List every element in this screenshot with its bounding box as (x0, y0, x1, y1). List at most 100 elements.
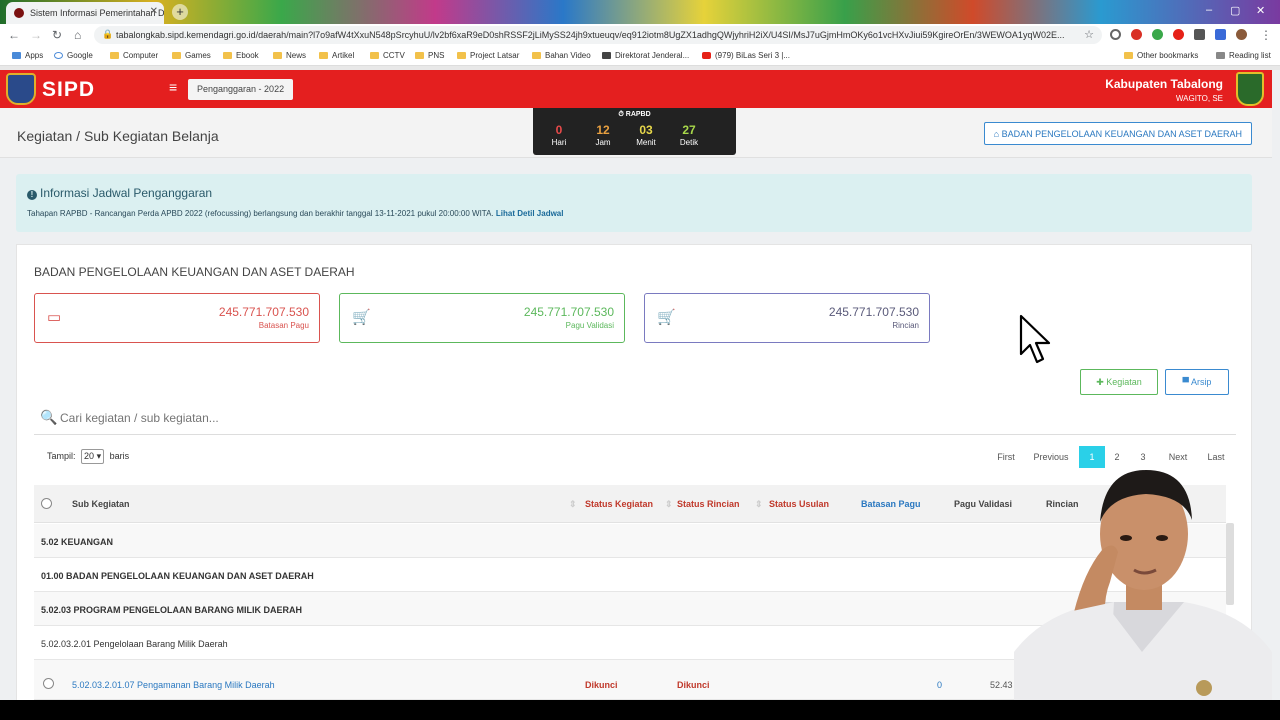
address-bar-row: ← → ↻ ⌂ 🔒 tabalongkab.sipd.kemendagri.go… (0, 24, 1280, 46)
new-tab-button[interactable]: + (172, 4, 188, 20)
extension-green-icon[interactable] (1152, 29, 1163, 40)
site-favicon (14, 8, 24, 18)
page-title: Kegiatan / Sub Kegiatan Belanja (17, 128, 219, 144)
col-pagu-validasi[interactable]: Pagu Validasi (954, 499, 1012, 509)
archive-button[interactable]: ▀ Arsip (1165, 369, 1229, 395)
home-icon[interactable]: ⌂ (74, 28, 81, 42)
timer-days: 0 Hari (551, 123, 567, 147)
bookmark-cctv[interactable]: CCTV (370, 51, 405, 60)
info-icon: ! (27, 190, 37, 200)
bookmark-other[interactable]: Other bookmarks (1124, 51, 1198, 60)
bookmark-bahan-video[interactable]: Bahan Video (532, 51, 591, 60)
bookmark-google[interactable]: Google (54, 51, 93, 60)
bookmark-star-icon[interactable]: ☆ (1084, 28, 1094, 41)
bookmark-news[interactable]: News (273, 51, 306, 60)
close-tab-icon[interactable]: ✕ (150, 6, 158, 17)
department-title: BADAN PENGELOLAAN KEUANGAN DAN ASET DAER… (34, 265, 355, 279)
tab-title: Sistem Informasi Pemerintahan D (30, 8, 164, 18)
lock-icon: 🔒 (102, 29, 114, 39)
timer-seconds: 27 Detik (679, 123, 699, 147)
sort-icon[interactable]: ⇕ (569, 499, 577, 510)
forward-icon[interactable]: → (30, 28, 42, 42)
bookmarks-bar: Apps Google Computer Games Ebook News Ar… (0, 46, 1280, 66)
select-all-radio[interactable] (41, 498, 52, 509)
col-batasan-pagu[interactable]: Batasan Pagu (861, 499, 921, 509)
department-button[interactable]: ⌂ BADAN PENGELOLAAN KEUANGAN DAN ASET DA… (983, 122, 1252, 145)
bookmark-youtube-video[interactable]: (979) BiLas Seri 3 |... (702, 51, 790, 60)
col-status-rincian[interactable]: Status Rincian (677, 499, 740, 509)
stat-pagu-validasi: 🛒 245.771.707.530 Pagu Validasi (339, 293, 625, 343)
col-status-usulan[interactable]: Status Usulan (769, 499, 829, 509)
bookmark-apps[interactable]: Apps (12, 51, 43, 60)
bookmark-computer[interactable]: Computer (110, 51, 158, 60)
extension-block-icon[interactable] (1110, 29, 1121, 40)
bookmark-ebook[interactable]: Ebook (223, 51, 259, 60)
cart-check-icon: 🛒 (352, 309, 371, 326)
period-badge[interactable]: Penganggaran - 2022 (188, 79, 294, 100)
back-icon[interactable]: ← (8, 28, 20, 42)
info-text: Tahapan RAPBD - Rancangan Perda APBD 202… (27, 209, 564, 218)
search-icon: 🔍 (40, 409, 58, 425)
region-info: Kabupaten Tabalong WAGITO, SE (1105, 77, 1223, 103)
minimize-icon[interactable]: – (1206, 4, 1212, 16)
bookmark-reading-list[interactable]: Reading list (1216, 51, 1271, 60)
schedule-detail-link[interactable]: Lihat Detil Jadwal (496, 209, 564, 218)
search-bar: 🔍 (34, 405, 1236, 435)
cart-icon: 🛒 (657, 309, 676, 326)
extensions-puzzle-icon[interactable] (1215, 29, 1226, 40)
bookmark-direktorat[interactable]: Direktorat Jenderal... (602, 51, 689, 60)
region-name: Kabupaten Tabalong (1105, 77, 1223, 91)
stat-rincian: 🛒 245.771.707.530 Rincian (644, 293, 930, 343)
archive-icon: ▀ (1182, 377, 1189, 387)
sort-icon[interactable]: ⇕ (665, 499, 673, 510)
url-text: tabalongkab.sipd.kemendagri.go.id/daerah… (116, 30, 1065, 40)
bookmark-project-latsar[interactable]: Project Latsar (457, 51, 519, 60)
profile-avatar[interactable] (1236, 29, 1247, 40)
plus-icon: ✚ (1096, 377, 1104, 387)
app-brand: SIPD (42, 78, 96, 101)
status-rincian-value: Dikunci (677, 680, 710, 690)
timer-label: RAPBD (625, 111, 651, 118)
stopwatch-icon: ⏱ (618, 111, 624, 118)
sipd-logo-icon (6, 73, 36, 105)
stat-batasan-pagu: ▭ 245.771.707.530 Batasan Pagu (34, 293, 320, 343)
maximize-icon[interactable]: ▢ (1230, 4, 1240, 17)
user-name: WAGITO, SE (1175, 94, 1223, 103)
chevron-down-icon: ▾ (96, 451, 102, 461)
browser-tab-bar: Sistem Informasi Pemerintahan D ✕ + – ▢ … (0, 0, 1280, 24)
timer-hours: 12 Jam (595, 123, 611, 147)
countdown-timer: ⏱ RAPBD 0 Hari 12 Jam 03 Menit 27 Detik (533, 108, 736, 155)
info-heading: Informasi Jadwal Penganggaran (40, 186, 213, 200)
browser-menu-icon[interactable]: ⋮ (1260, 28, 1272, 42)
url-field[interactable]: 🔒 tabalongkab.sipd.kemendagri.go.id/daer… (94, 26, 1102, 44)
sub-kegiatan-name[interactable]: 5.02.03.2.01.07 Pengamanan Barang Milik … (72, 680, 275, 690)
bookmark-games[interactable]: Games (172, 51, 211, 60)
page-subheader: Kegiatan / Sub Kegiatan Belanja ⏱ RAPBD … (0, 108, 1272, 158)
presenter-webcam-overlay (1014, 470, 1272, 700)
home-icon: ⌂ (993, 129, 1000, 139)
menu-toggle-icon[interactable]: ≡ (169, 79, 177, 95)
reload-icon[interactable]: ↻ (52, 28, 62, 42)
app-header: SIPD ≡ Penganggaran - 2022 Kabupaten Tab… (0, 70, 1272, 108)
add-kegiatan-button[interactable]: ✚ Kegiatan (1080, 369, 1158, 395)
sort-icon[interactable]: ⇕ (755, 499, 763, 510)
extension-youtube-icon[interactable] (1173, 29, 1184, 40)
window-close-icon[interactable]: ✕ (1256, 4, 1265, 17)
search-input[interactable] (60, 409, 660, 427)
batasan-pagu-value: 0 (937, 680, 943, 690)
row-select-radio[interactable] (43, 678, 54, 689)
status-kegiatan-value: Dikunci (585, 680, 618, 690)
extension-box-icon[interactable] (1194, 29, 1205, 40)
col-status-kegiatan[interactable]: Status Kegiatan (585, 499, 653, 509)
extension-red-icon[interactable] (1131, 29, 1142, 40)
col-sub-kegiatan[interactable]: Sub Kegiatan (72, 499, 130, 509)
bookmark-artikel[interactable]: Artikel (319, 51, 354, 60)
timer-minutes: 03 Menit (636, 123, 656, 147)
page-size-select[interactable]: 20 ▾ (81, 449, 105, 464)
pagu-validasi-value: 52.43 (990, 680, 1013, 690)
bookmark-pns[interactable]: PNS (415, 51, 444, 60)
browser-tab[interactable]: Sistem Informasi Pemerintahan D ✕ (6, 2, 164, 24)
mouse-cursor-icon (1019, 314, 1051, 364)
region-crest-icon (1236, 72, 1264, 106)
screen: Sistem Informasi Pemerintahan D ✕ + – ▢ … (0, 0, 1280, 700)
